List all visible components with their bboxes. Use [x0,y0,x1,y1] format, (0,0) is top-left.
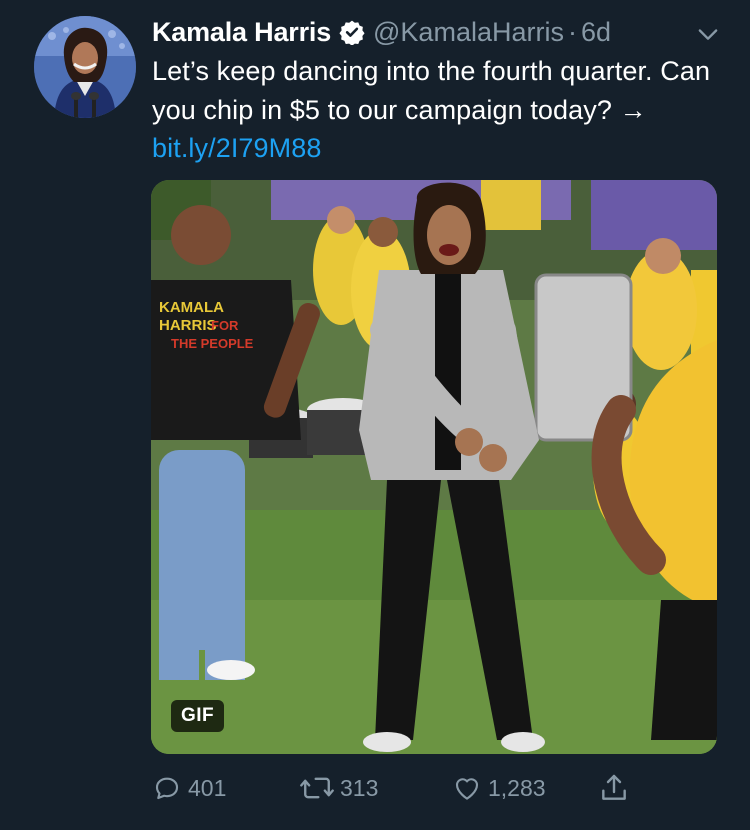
heart-icon [455,778,479,800]
shirt-text-line2: HARRIS [159,317,217,334]
retweet-icon [300,777,334,799]
author-name[interactable]: Kamala Harris [152,17,331,48]
tweet-body: Let’s keep dancing into the fourth quart… [152,56,711,125]
tweet-text: Let’s keep dancing into the fourth quart… [152,52,732,168]
tweet-header: Kamala Harris @KamalaHarris · 6d [152,14,730,50]
reply-button[interactable]: 401 [152,768,226,808]
shirt-text-line3: FOR [211,318,239,333]
separator-dot: · [567,16,577,47]
reply-bubble-icon [155,777,179,800]
retweet-button[interactable]: 313 [300,768,378,808]
avatar[interactable] [34,16,136,118]
share-button[interactable] [598,768,636,808]
tweet-actions: 401 313 1,283 [152,768,652,808]
tweet[interactable]: Kamala Harris @KamalaHarris · 6d Let’s k… [0,0,750,830]
tweet-timestamp[interactable]: 6d [581,17,611,48]
like-count: 1,283 [488,774,546,801]
author-handle[interactable]: @KamalaHarris [373,17,564,48]
gif-badge: GIF [171,700,225,732]
shirt-text-line1: KAMALA [159,299,224,316]
chevron-down-icon[interactable] [694,20,722,48]
shirt-text-line4: THE PEOPLE [171,336,254,351]
tweet-media-gif[interactable]: KAMALA HARRIS FOR THE PEOPLE GIF [151,180,717,754]
retweet-count: 313 [340,774,379,801]
verified-badge-icon [339,19,365,46]
like-button[interactable]: 1,283 [452,768,546,808]
share-icon [602,774,626,800]
reply-count: 401 [188,774,227,801]
tweet-link[interactable]: bit.ly/2I79M88 [152,133,322,163]
